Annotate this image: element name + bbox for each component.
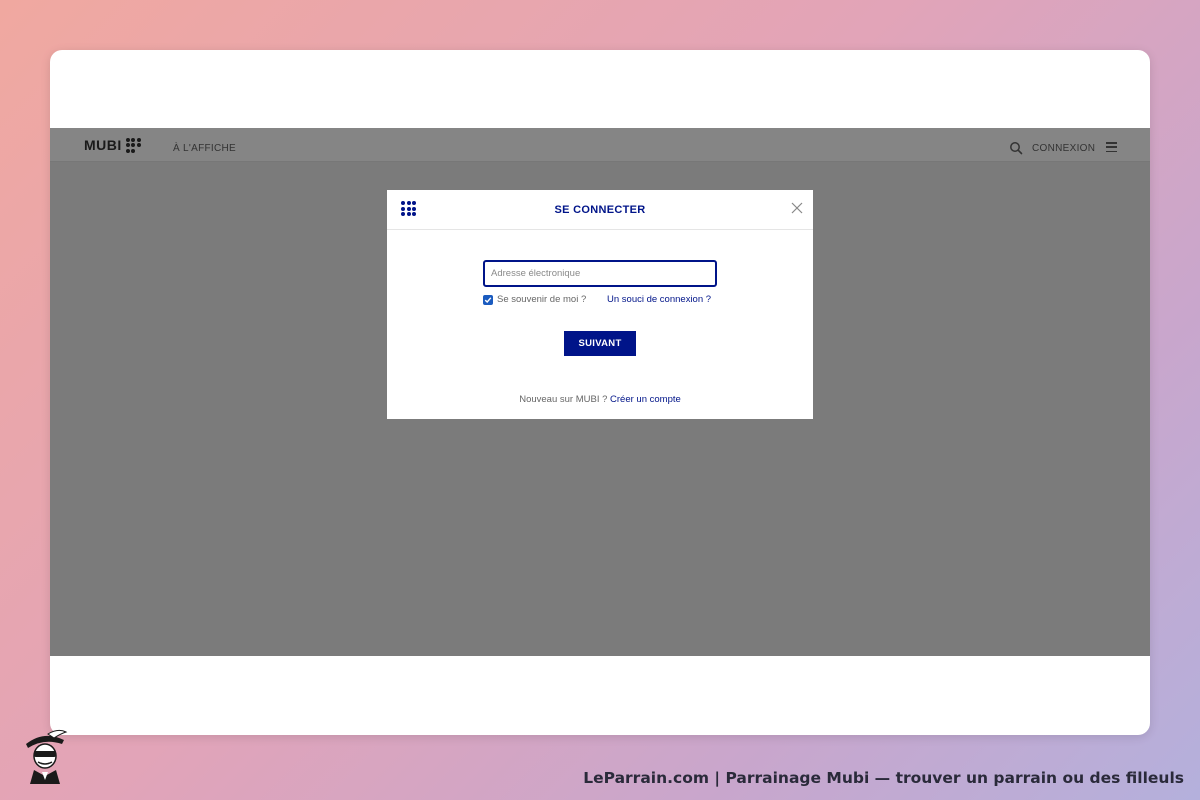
page-caption: LeParrain.com | Parrainage Mubi — trouve… — [583, 769, 1184, 787]
remember-checkbox[interactable] — [483, 294, 493, 305]
mubi-dots-icon — [125, 137, 141, 153]
email-input[interactable] — [483, 260, 717, 287]
modal-header: SE CONNECTER — [387, 190, 813, 230]
connexion-link[interactable]: CONNEXION — [1032, 143, 1095, 154]
close-icon[interactable] — [791, 202, 803, 214]
trouble-login-link[interactable]: Un souci de connexion ? — [607, 294, 711, 305]
nav-a-l-affiche[interactable]: À L'AFFICHE — [173, 143, 236, 154]
mubi-logo-text: MUBI — [84, 137, 122, 153]
remember-me[interactable]: Se souvenir de moi ? — [483, 294, 586, 305]
checkmark-icon — [484, 296, 492, 303]
create-account-link[interactable]: Créer un compte — [610, 394, 681, 405]
next-button[interactable]: SUIVANT — [564, 331, 636, 356]
site-header: MUBI À L'AFFICHE CONNEXION — [50, 128, 1150, 162]
remember-label: Se souvenir de moi ? — [497, 294, 587, 305]
search-icon[interactable] — [1009, 141, 1023, 155]
browser-card: MUBI À L'AFFICHE CONNEXION SE CONNECTER … — [50, 50, 1150, 735]
mascot-icon — [26, 729, 68, 784]
login-modal: SE CONNECTER Se souvenir de moi ? Un sou… — [387, 190, 813, 419]
mubi-page-overlay: MUBI À L'AFFICHE CONNEXION SE CONNECTER … — [50, 128, 1150, 656]
menu-icon[interactable] — [1106, 142, 1117, 152]
new-to-mubi-text: Nouveau sur MUBI ? — [519, 394, 608, 405]
signup-prompt: Nouveau sur MUBI ? Créer un compte — [387, 394, 813, 405]
mubi-logo[interactable]: MUBI — [84, 137, 141, 153]
modal-title: SE CONNECTER — [554, 204, 646, 216]
